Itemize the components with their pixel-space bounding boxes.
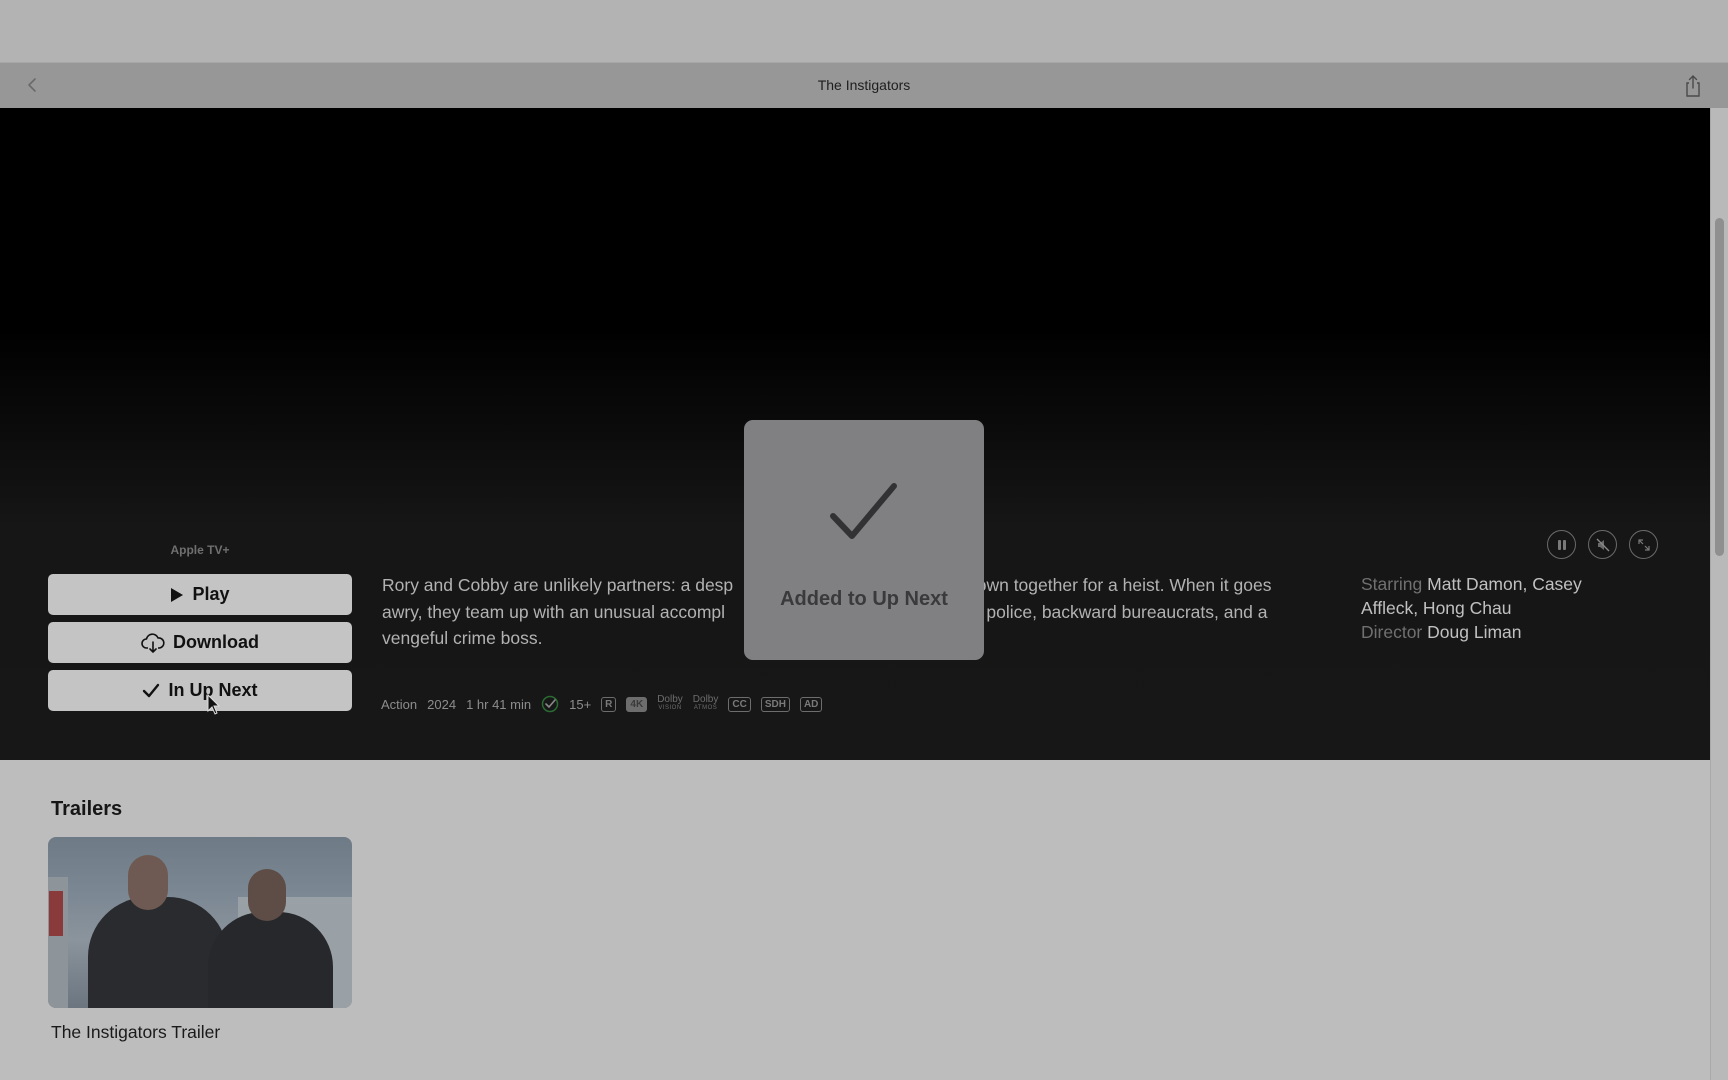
description-line: vengeful crime boss. [382, 628, 543, 648]
cloud-download-icon [141, 632, 165, 653]
expand-icon [1637, 538, 1650, 551]
trailer-thumbnail[interactable] [48, 837, 352, 1008]
year: 2024 [427, 696, 457, 712]
dolby-vision-bottom: VISION [658, 705, 682, 711]
mute-button[interactable] [1588, 530, 1617, 559]
thumbnail-figure [128, 855, 168, 910]
provider-label: Apple TV+ [170, 543, 230, 557]
share-icon [1686, 75, 1700, 97]
dolby-atmos-top: Dolby [692, 694, 719, 705]
checkmark-icon [143, 683, 160, 697]
duration: 1 hr 41 min [466, 696, 532, 712]
hud-message: Added to Up Next [780, 588, 948, 610]
starring-label: Starring [1361, 574, 1423, 594]
thumbnail-figure [248, 869, 286, 921]
sdh-badge: SDH [760, 696, 790, 712]
credits: Starring Matt Damon, Casey Affleck, Hong… [1361, 572, 1621, 644]
mute-icon [1596, 538, 1609, 551]
toolbar: The Instigators [0, 63, 1728, 108]
checkmark-icon [830, 483, 897, 539]
verified-check-icon [541, 695, 559, 713]
play-button[interactable]: Play [48, 574, 352, 615]
4k-badge: 4K [626, 696, 648, 712]
metadata-row: Action 2024 1 hr 41 min 15+ R 4K Dolby VI… [381, 694, 823, 714]
dolby-vision-badge: Dolby VISION [657, 695, 683, 713]
window-top-strip [0, 0, 1728, 63]
play-icon [171, 587, 184, 602]
thumbnail-figure [208, 912, 333, 1008]
download-button[interactable]: Download [48, 622, 352, 663]
genre: Action [381, 696, 418, 712]
thumbnail-figure [88, 897, 228, 1008]
play-button-label: Play [192, 584, 230, 604]
scrollbar[interactable] [1710, 108, 1728, 1080]
dolby-vision-top: Dolby [657, 694, 683, 705]
mouse-cursor-icon [207, 694, 221, 715]
age-rating: 15+ [569, 696, 592, 712]
director-label: Director [1361, 622, 1423, 642]
trailers-section: Trailers The Instigators Trailer [0, 760, 1710, 1080]
pause-button[interactable] [1547, 530, 1576, 559]
director-name: Doug Liman [1427, 622, 1522, 642]
ad-badge: AD [799, 696, 823, 712]
thumbnail-background [49, 891, 63, 936]
trailer-title[interactable]: The Instigators Trailer [51, 1022, 220, 1043]
download-button-label: Download [173, 632, 259, 652]
dolby-atmos-bottom: ATMOS [693, 705, 718, 711]
description-line: hrown together for a heist. When it goes [961, 575, 1272, 595]
share-button[interactable] [1682, 73, 1704, 99]
added-to-up-next-hud: Added to Up Next [744, 420, 984, 660]
pause-icon [1557, 539, 1566, 550]
window-title: The Instigators [817, 77, 911, 93]
up-next-button[interactable]: In Up Next [48, 670, 352, 711]
cc-badge: CC [728, 696, 751, 712]
fullscreen-button[interactable] [1629, 530, 1658, 559]
description-line: Rory and Cobby are unlikely partners: a … [382, 575, 734, 595]
description-line: awry, they team up with an unusual accom… [382, 601, 726, 622]
description-line: un police, backward bureaucrats, and a [962, 601, 1268, 622]
dolby-atmos-badge: Dolby ATMOS [693, 695, 719, 713]
scrollbar-thumb[interactable] [1715, 218, 1724, 556]
rating-badge: R [601, 696, 617, 712]
section-title: Trailers [51, 798, 123, 820]
